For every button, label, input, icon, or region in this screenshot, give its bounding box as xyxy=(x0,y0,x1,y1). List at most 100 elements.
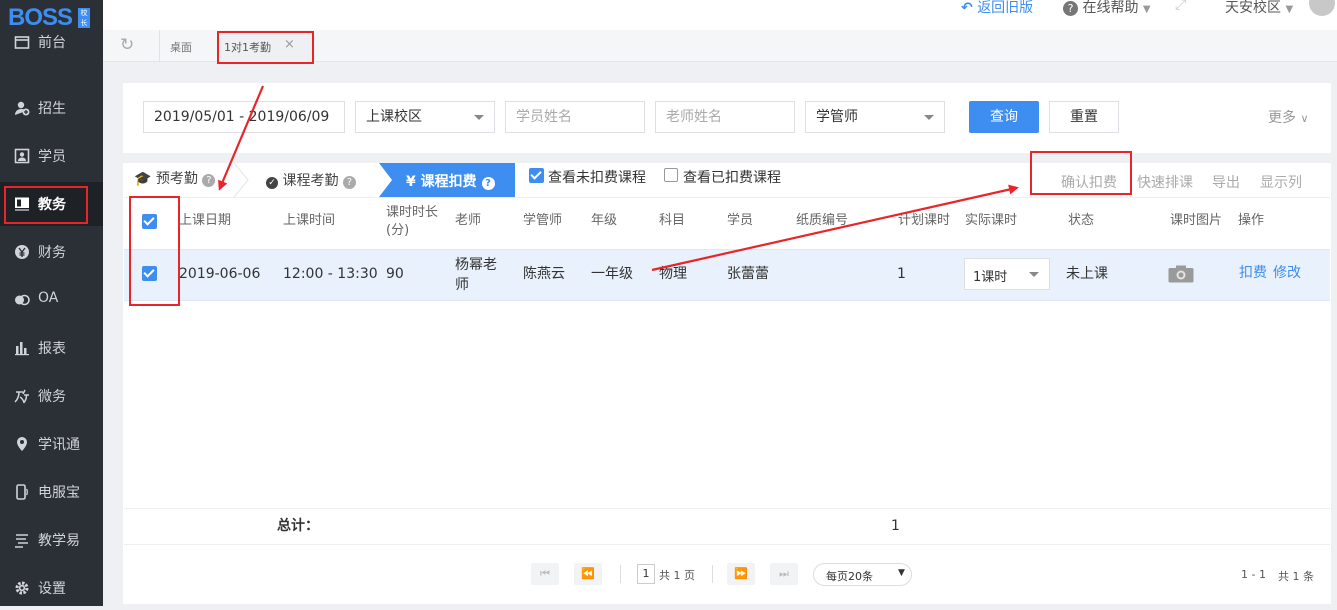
sidebar-item-enroll[interactable]: 招生 xyxy=(0,86,103,130)
date-range-input[interactable]: 2019/05/01 - 2019/06/09 xyxy=(143,101,345,133)
col-student: 学员 xyxy=(727,213,754,228)
total-planned-hours: 1 xyxy=(891,518,900,534)
col-manager: 学管师 xyxy=(523,213,563,228)
step-pre-attendance[interactable]: 🎓 预考勤 ? xyxy=(134,168,216,188)
step-course-attendance[interactable]: ✓ 课程考勤 ? xyxy=(266,170,356,190)
yen-icon xyxy=(15,245,29,259)
check-circle-icon: ✓ xyxy=(266,177,278,189)
last-page-button[interactable]: ⏭ xyxy=(770,563,798,585)
actual-hours-select[interactable]: 1课时 xyxy=(964,258,1050,290)
camera-icon[interactable] xyxy=(1168,265,1194,283)
col-time: 上课时间 xyxy=(283,213,336,228)
help-icon: ? xyxy=(202,174,216,187)
teacher-name-input[interactable]: 老师姓名 xyxy=(655,101,795,133)
col-photo: 课时图片 xyxy=(1170,213,1223,228)
prev-page-button[interactable]: ⏪ xyxy=(574,563,602,585)
annotation-box-tab xyxy=(217,31,314,64)
online-help-menu[interactable]: ? 在线帮助 ▼ xyxy=(1063,0,1151,17)
sidebar-item-reports[interactable]: 报表 xyxy=(0,326,103,370)
sidebar-item-dianfubao[interactable]: 电服宝 xyxy=(0,470,103,514)
step-course-deduct[interactable]: ¥ 课程扣费 ? xyxy=(406,171,495,191)
weiwu-icon xyxy=(14,389,29,404)
help-icon: ? xyxy=(342,176,356,189)
sidebar-item-finance[interactable]: 财务 xyxy=(0,230,103,274)
chevron-down-icon: ▼ xyxy=(1142,4,1151,15)
chevron-down-icon xyxy=(1029,272,1039,277)
step-separator xyxy=(233,163,249,197)
page-size-select[interactable]: 每页20条 ▼ xyxy=(813,563,912,586)
annotation-box-checkboxes xyxy=(129,196,180,306)
col-paper-no: 纸质编号 xyxy=(796,213,849,228)
export-button[interactable]: 导出 xyxy=(1212,172,1240,192)
chevron-down-icon: ∨ xyxy=(1300,112,1309,125)
cell-status: 未上课 xyxy=(1066,266,1108,282)
graduation-cap-icon: 🎓 xyxy=(134,171,152,187)
campus-select[interactable]: 上课校区 xyxy=(355,101,495,133)
fullscreen-icon[interactable]: ⤢ xyxy=(1175,0,1186,13)
chevron-down-icon xyxy=(924,115,934,120)
sidebar: BOSS 校长 前台 招生 学员 教务 财务 OA 报表 微务 学讯通 电服宝 … xyxy=(0,0,103,606)
col-status: 状态 xyxy=(1068,213,1095,228)
tab-desktop[interactable]: 桌面 xyxy=(170,39,192,55)
refresh-icon[interactable]: ↻ xyxy=(120,35,134,55)
cell-manager: 陈燕云 xyxy=(523,266,565,282)
chevron-down-icon: ▼ xyxy=(1285,4,1294,15)
sidebar-item-xuexuntong[interactable]: 学讯通 xyxy=(0,422,103,466)
cell-student: 张蕾蕾 xyxy=(727,266,769,282)
gear-icon xyxy=(15,581,29,595)
help-icon: ? xyxy=(481,177,495,190)
brand-logo: BOSS xyxy=(8,4,73,31)
cell-teacher: 杨幂老师 xyxy=(455,257,497,293)
phone-icon xyxy=(16,484,28,500)
sidebar-item-jiaoxueyi[interactable]: 教学易 xyxy=(0,518,103,562)
cell-planned-hours: 1 xyxy=(897,266,906,282)
sidebar-item-front-desk[interactable]: 前台 xyxy=(0,34,103,54)
sidebar-item-oa[interactable]: OA xyxy=(0,278,103,322)
first-page-button[interactable]: ⏮ xyxy=(531,563,559,585)
undo-icon: ↶ xyxy=(961,0,973,16)
bar-chart-icon xyxy=(15,342,29,356)
col-ops: 操作 xyxy=(1238,213,1265,228)
col-duration: 课时时长(分) xyxy=(386,205,439,238)
annotation-box-confirm xyxy=(1030,151,1132,195)
back-to-old-link[interactable]: ↶ 返回旧版 xyxy=(961,0,1033,17)
sidebar-item-settings[interactable]: 设置 xyxy=(0,566,103,610)
sidebar-item-students[interactable]: 学员 xyxy=(0,134,103,178)
teach-icon xyxy=(15,534,28,548)
logo: BOSS 校长 xyxy=(0,0,103,34)
col-actual-hours: 实际课时 xyxy=(965,213,1018,228)
student-name-input[interactable]: 学员姓名 xyxy=(505,101,645,133)
top-bar: ↶ 返回旧版 ? 在线帮助 ▼ ⤢ 天安校区 ▼ xyxy=(103,0,1337,30)
col-teacher: 老师 xyxy=(455,213,482,228)
item-range: 1 - 1 xyxy=(1241,568,1266,581)
col-grade: 年级 xyxy=(591,213,618,228)
location-pin-icon xyxy=(17,437,27,451)
cell-grade: 一年级 xyxy=(591,266,633,282)
page-number-input[interactable]: 1 xyxy=(637,564,655,584)
manager-select[interactable]: 学管师 xyxy=(805,101,945,133)
search-button[interactable]: 查询 xyxy=(969,101,1039,133)
campus-switcher[interactable]: 天安校区 ▼ xyxy=(1225,0,1293,17)
chevron-down-icon xyxy=(474,115,484,120)
sidebar-item-weiwu[interactable]: 微务 xyxy=(0,374,103,418)
deduct-link[interactable]: 扣费 xyxy=(1239,263,1267,283)
avatar[interactable] xyxy=(1309,0,1335,16)
student-card-icon xyxy=(14,148,30,164)
next-page-button[interactable]: ⏩ xyxy=(727,563,755,585)
calendar-icon xyxy=(14,36,30,49)
col-subject: 科目 xyxy=(659,213,686,228)
total-label: 总计： xyxy=(277,518,319,534)
col-date: 上课日期 xyxy=(179,213,232,228)
total-pages: 共 1 页 xyxy=(659,569,695,582)
annotation-box-nav xyxy=(4,186,88,224)
quick-schedule-button[interactable]: 快速排课 xyxy=(1137,172,1193,192)
reset-button[interactable]: 重置 xyxy=(1049,101,1119,133)
chevron-down-icon: ▼ xyxy=(898,568,905,578)
checkbox-unchecked xyxy=(664,168,678,182)
total-items: 共 1 条 xyxy=(1278,570,1314,583)
cell-time: 12:00 - 13:30 xyxy=(283,266,378,282)
checkbox-checked xyxy=(529,168,544,183)
edit-link[interactable]: 修改 xyxy=(1273,263,1301,283)
more-filters-toggle[interactable]: 更多 ∨ xyxy=(1268,107,1309,127)
columns-button[interactable]: 显示列 xyxy=(1260,172,1302,192)
